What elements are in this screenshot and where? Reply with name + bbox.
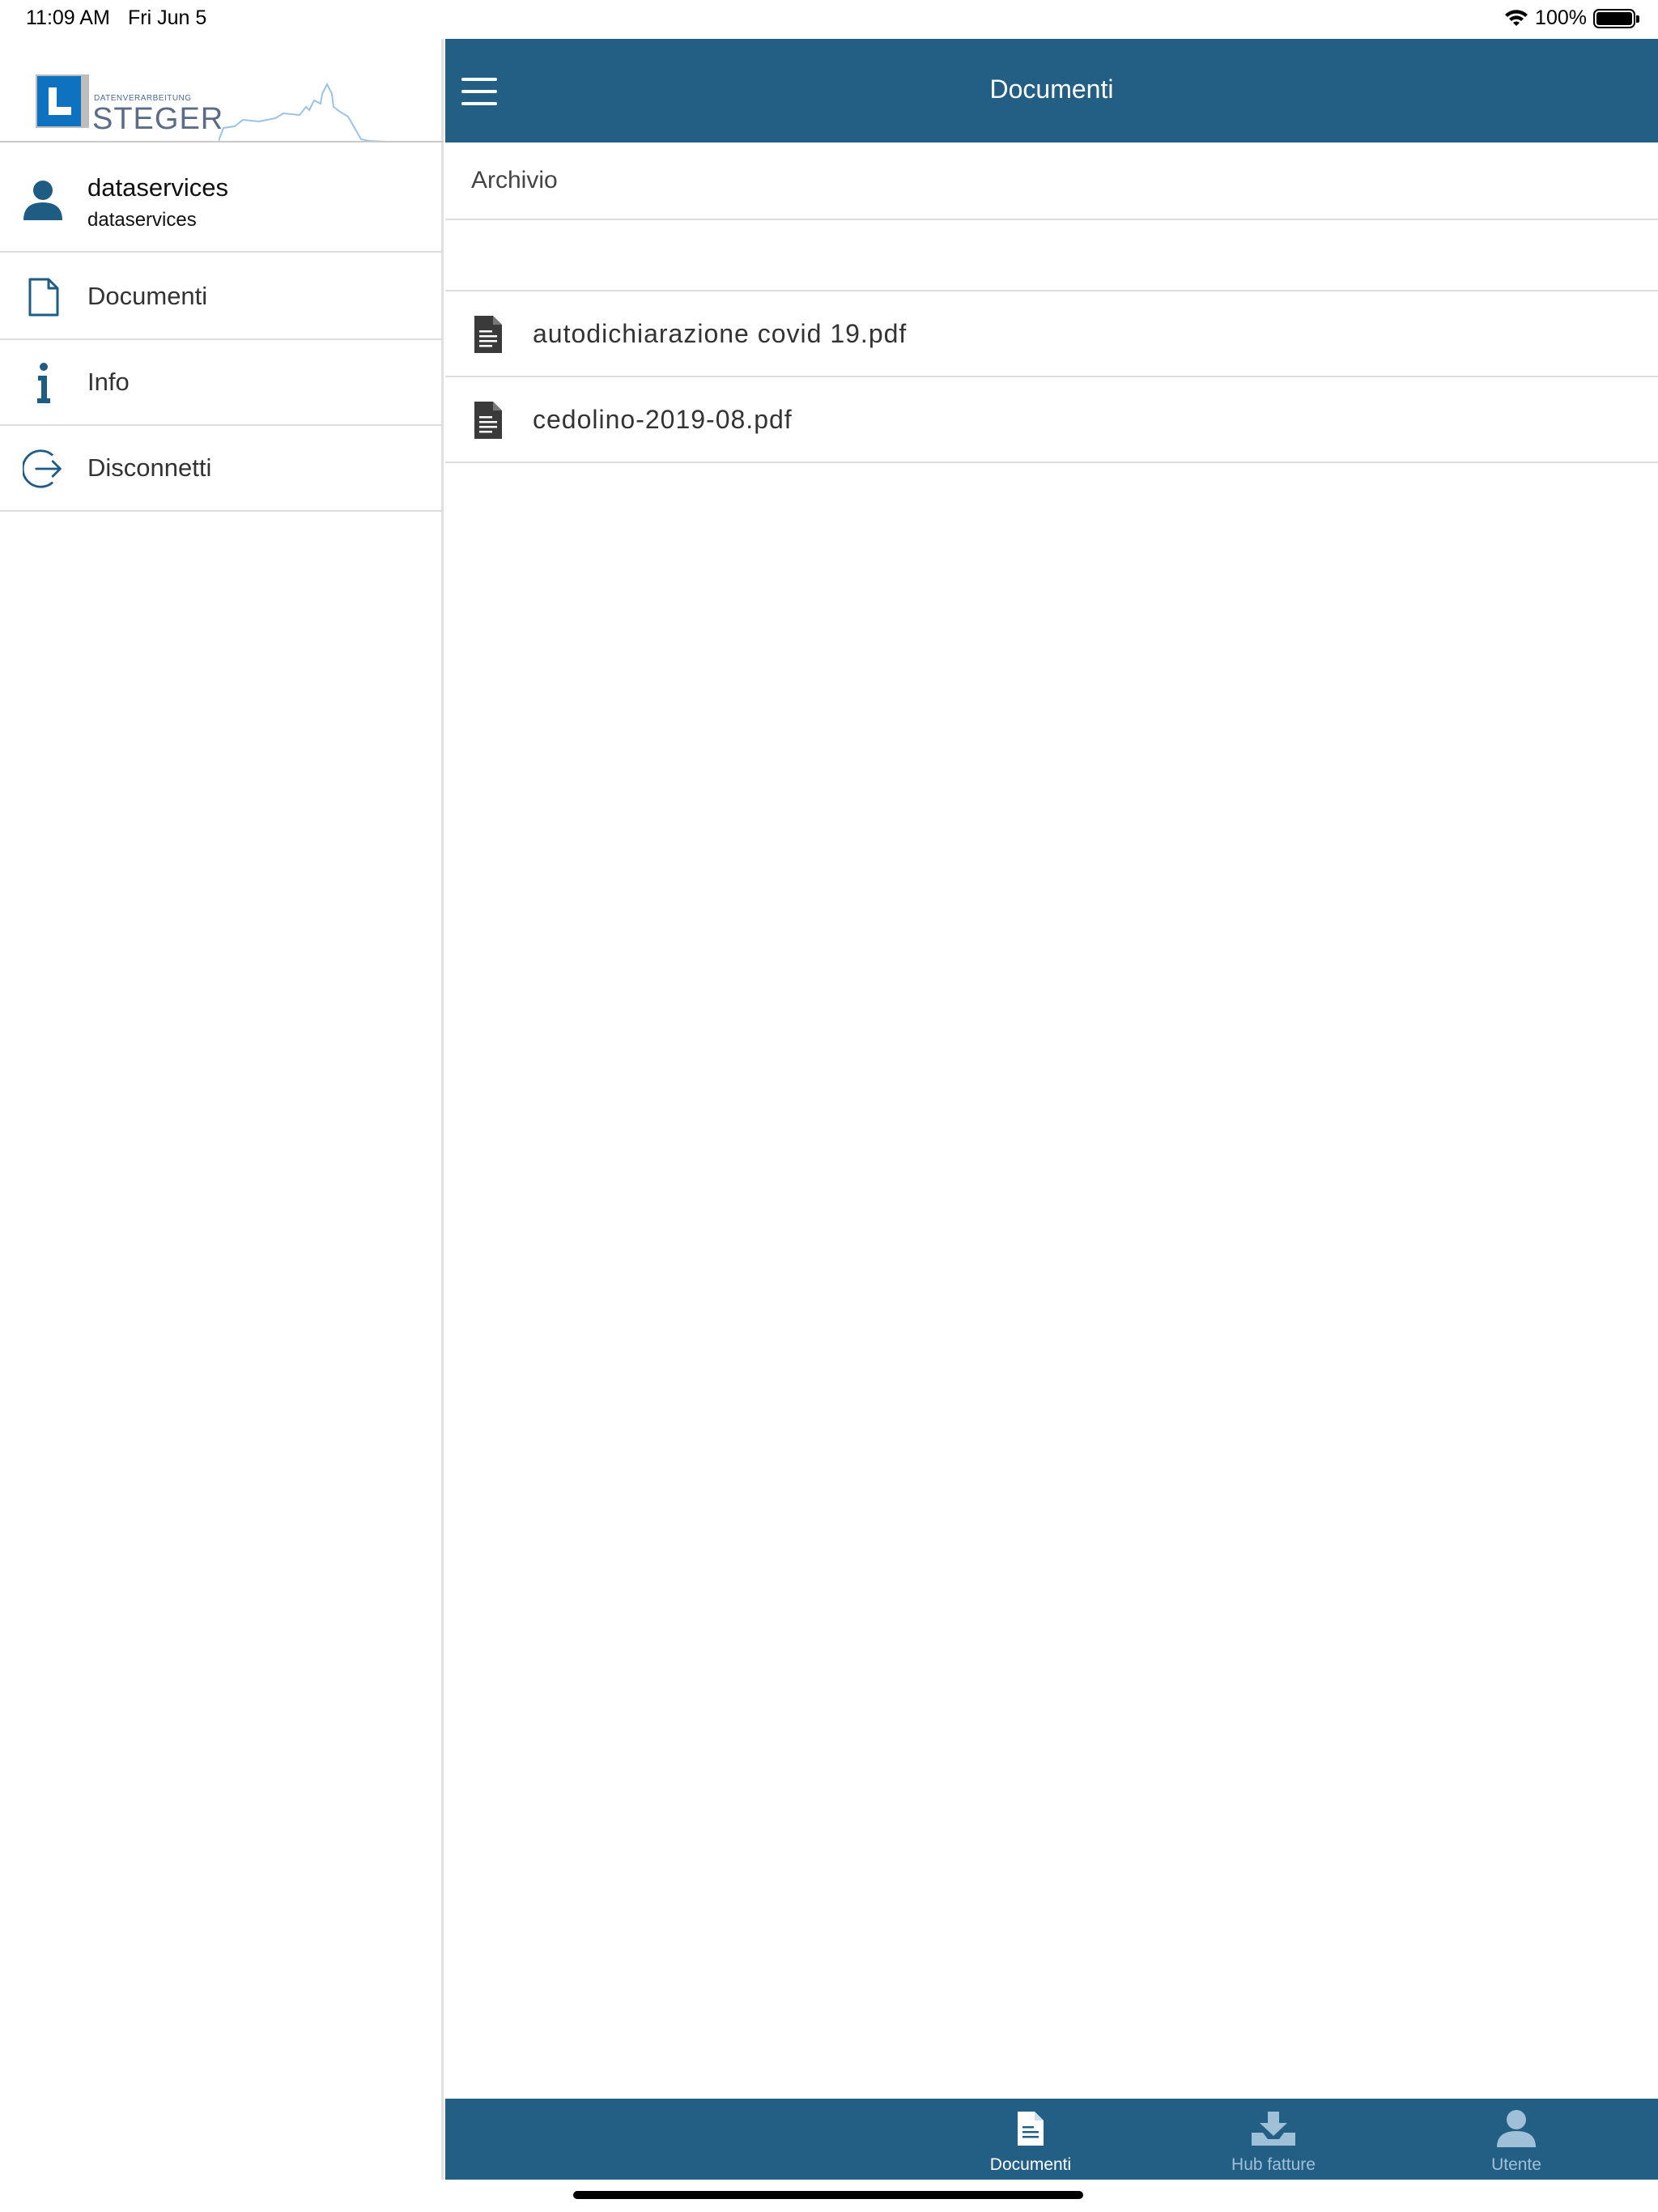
battery-percent: 100% [1535,6,1587,29]
user-profile: dataservices dataservices [0,144,444,253]
user-name: dataservices [87,173,229,202]
tab-utente[interactable]: Utente [1419,2099,1613,2180]
sidebar-item-label: Disconnetti [87,453,212,482]
logo-mark-icon [36,74,89,128]
inbox-download-icon [1176,2107,1371,2150]
tab-label: Utente [1491,2155,1541,2174]
status-time: 11:09 AM [26,6,110,29]
home-indicator [573,2191,1083,2199]
wifi-icon [1505,9,1528,26]
file-name: autodichiarazione covid 19.pdf [533,319,908,348]
empty-row [445,220,1658,291]
list-item[interactable]: cedolino-2019-08.pdf [445,377,1658,463]
status-indicators: 100% [1504,6,1639,30]
sidebar-item-label: Info [87,368,130,396]
breadcrumb[interactable]: Archivio [471,167,558,194]
skyline-icon [219,82,388,141]
file-name: cedolino-2019-08.pdf [533,405,793,434]
list-item[interactable]: autodichiarazione covid 19.pdf [445,291,1658,377]
document-icon [933,2107,1128,2150]
user-icon [23,181,62,220]
info-icon [23,361,65,405]
tab-documenti[interactable]: Documenti [933,2099,1128,2180]
battery-icon [1593,8,1639,28]
page-title: Documenti [989,74,1114,104]
status-date: Fri Jun 5 [128,6,207,29]
logo-title: STEGER [92,102,224,136]
sidebar-item-label: Documenti [87,282,208,310]
sidebar-item-disconnetti[interactable]: Disconnetti [0,426,444,512]
sidebar-item-documenti[interactable]: Documenti [0,254,444,340]
sidebar-item-info[interactable]: Info [0,340,444,426]
file-icon [474,402,502,439]
status-bar: 11:09 AM Fri Jun 5 100% [0,0,1658,39]
sidebar: DATENVERARBEITUNG STEGER dataservices da… [0,39,444,2180]
company-logo: DATENVERARBEITUNG STEGER [0,39,444,143]
document-icon [23,275,65,319]
main-panel: Documenti Archivio autodichiarazione cov… [445,39,1658,2180]
breadcrumb-bar: Archivio [445,143,1658,220]
user-subtitle: dataservices [87,209,197,231]
top-app-bar: Documenti [445,39,1658,143]
tab-label: Documenti [989,2155,1072,2174]
tab-label: Hub fatture [1231,2155,1316,2174]
file-icon [474,316,502,353]
tab-bar: Documenti Hub fatture Utente [445,2099,1658,2180]
logout-icon [23,447,65,491]
tab-hub-fatture[interactable]: Hub fatture [1176,2099,1371,2180]
user-icon [1419,2107,1613,2150]
